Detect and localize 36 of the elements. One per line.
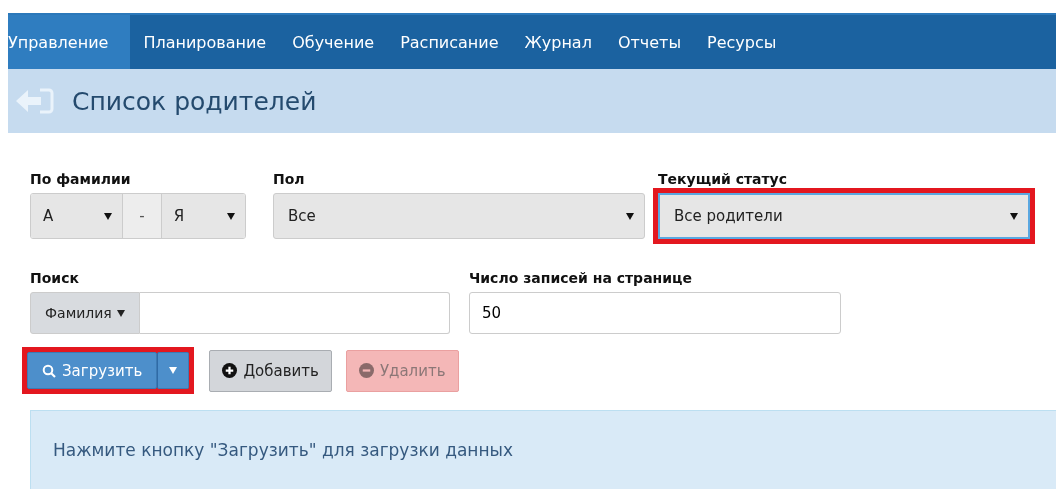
field-label: Текущий статус <box>658 171 789 189</box>
nav-tab[interactable]: Журнал <box>511 15 605 69</box>
select-value: А <box>43 207 54 225</box>
nav-tab[interactable]: Планирование <box>130 15 280 69</box>
select-field[interactable]: Все родители <box>658 193 1030 239</box>
page-title: Список родителей <box>72 86 317 116</box>
caret-icon <box>227 212 235 220</box>
field-label: Число записей на странице <box>469 270 693 288</box>
nav-tab[interactable]: Управление <box>8 15 131 69</box>
search-field[interactable] <box>139 292 450 334</box>
input-field[interactable]: 50 <box>469 292 841 334</box>
dropdown-button[interactable] <box>157 352 190 389</box>
nav-tab[interactable]: Расписание <box>387 15 512 69</box>
caret-icon <box>169 367 178 374</box>
caret-icon <box>104 212 113 220</box>
load-button[interactable]: Загрузить <box>27 352 158 389</box>
info-message: Нажмите кнопку "Загрузить" для загрузки данных <box>30 410 1056 489</box>
plus-circle-icon <box>222 363 238 378</box>
minus-circle-icon <box>358 363 374 378</box>
field-label: По фамилии <box>30 171 132 189</box>
back-icon <box>14 87 54 115</box>
select-value: Я <box>173 207 185 225</box>
add-button[interactable]: Добавить <box>209 349 332 392</box>
field-label: Пол <box>273 171 306 189</box>
nav-tab[interactable]: Обучение <box>279 15 388 69</box>
caret-icon <box>1010 212 1018 220</box>
field-dropdown[interactable]: Фамилия <box>30 292 140 334</box>
select-field[interactable]: Все <box>273 193 645 239</box>
search-icon <box>42 363 56 378</box>
caret-icon <box>116 309 125 317</box>
caret-icon <box>626 212 634 220</box>
nav-tab[interactable]: Отчеты <box>604 15 695 69</box>
nav-tab[interactable]: Ресурсы <box>694 15 790 69</box>
range-separator: - <box>122 194 162 238</box>
range-select[interactable]: А - Я <box>30 193 246 239</box>
field-label: Поиск <box>30 270 80 288</box>
